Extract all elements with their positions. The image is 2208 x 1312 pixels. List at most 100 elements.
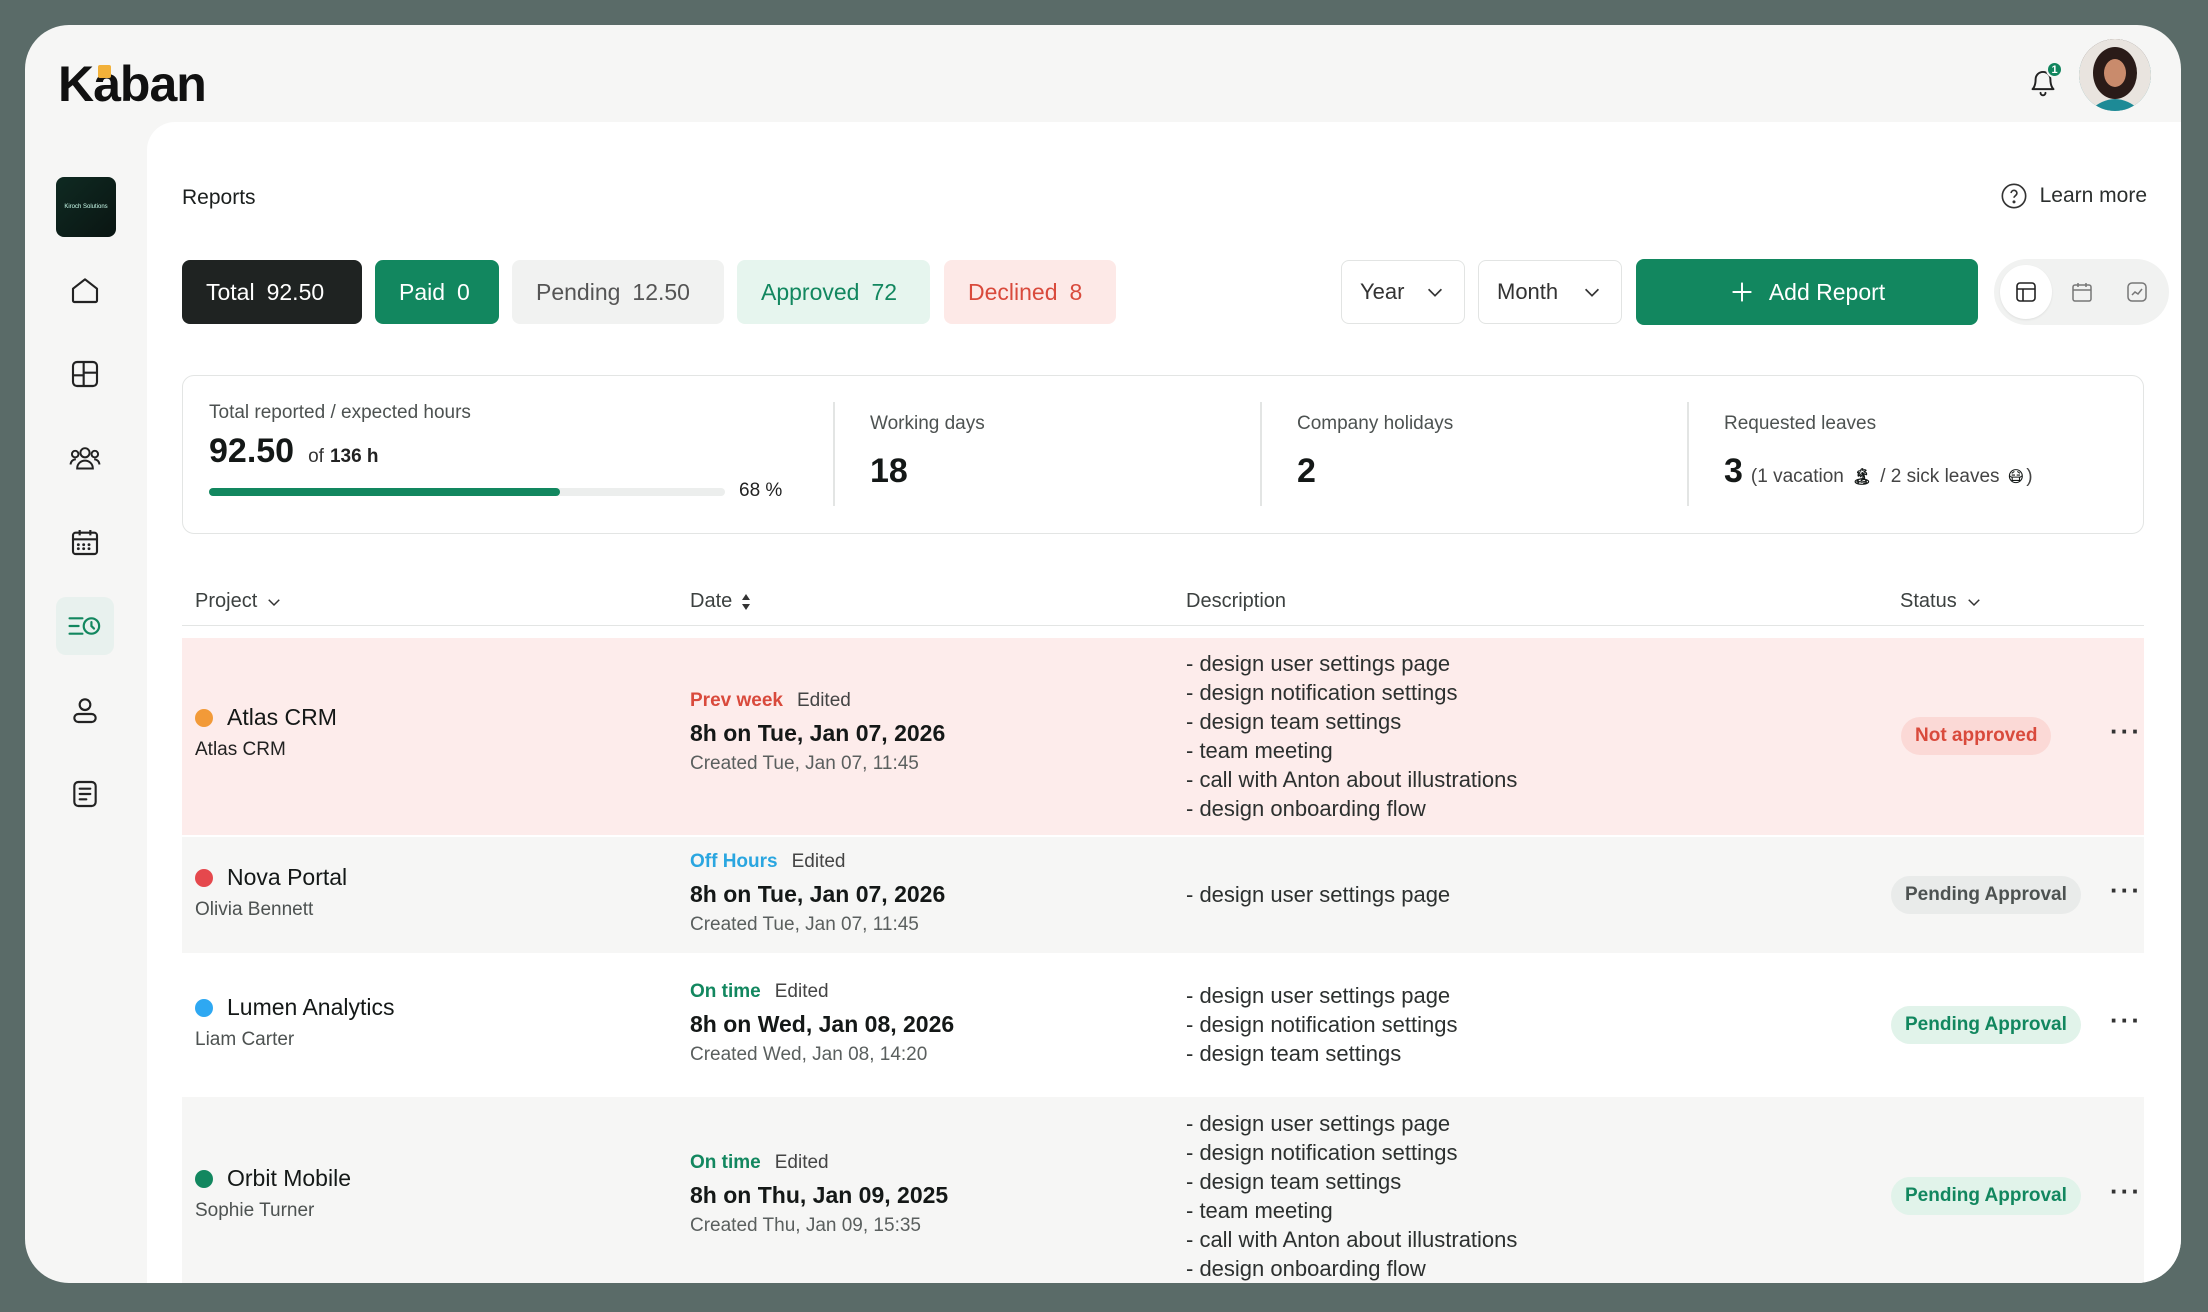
report-date: 8h on Tue, Jan 07, 2026 <box>690 881 946 907</box>
project-name-line: Orbit Mobile <box>195 1165 351 1192</box>
sidebar-item-dashboard[interactable] <box>56 345 114 403</box>
column-description-label: Description <box>1186 590 1287 612</box>
filter-pending-value: 12.50 <box>632 278 690 305</box>
year-select[interactable]: Year <box>1341 260 1465 324</box>
sidebar-item-documents[interactable] <box>56 765 114 823</box>
table-row[interactable]: Orbit Mobile Sophie Turner On time Edite… <box>182 1097 2144 1283</box>
description-line: - design team settings <box>1186 709 1402 734</box>
status-badge: Pending Approval <box>1891 1177 2081 1215</box>
filter-total-label: Total <box>206 278 255 305</box>
status-badge: Pending Approval <box>1891 876 2081 914</box>
filter-approved-value: 72 <box>871 278 898 305</box>
timing-tag: On time <box>690 981 761 1002</box>
column-header-status[interactable]: Status <box>1900 590 1983 613</box>
filter-paid-label: Paid <box>399 278 446 305</box>
chart-view-button[interactable] <box>2111 265 2163 319</box>
logo-text-end: ban <box>119 56 207 112</box>
chevron-down-icon <box>1967 598 1980 606</box>
add-report-button[interactable]: Add Report <box>1636 259 1978 325</box>
table-row[interactable]: Nova Portal Olivia Bennett Off Hours Edi… <box>182 837 2144 953</box>
workspace-logo[interactable]: Kiroch Solutions <box>56 177 116 237</box>
table-view-button[interactable] <box>2000 265 2052 319</box>
learn-more-link[interactable]: Learn more <box>2000 182 2147 210</box>
edited-tag: Edited <box>774 981 829 1002</box>
month-select[interactable]: Month <box>1478 260 1622 324</box>
row-more-button[interactable]: ··· <box>2110 1176 2142 1207</box>
project-owner: Olivia Bennett <box>195 899 314 920</box>
description-line: - design team settings <box>1186 1169 1402 1194</box>
project-name-line: Lumen Analytics <box>195 994 394 1021</box>
project-owner: Atlas CRM <box>195 739 286 760</box>
sidebar-item-profile[interactable] <box>56 681 114 739</box>
view-toggle <box>1994 259 2169 325</box>
date-cell: Prev week Edited 8h on Tue, Jan 07, 2026… <box>690 690 945 775</box>
stat-divider <box>1260 402 1262 506</box>
filter-paid[interactable]: Paid 0 <box>375 260 499 324</box>
sidebar-item-home[interactable] <box>56 261 114 319</box>
row-more-button[interactable]: ··· <box>2110 875 2142 906</box>
avatar-portrait <box>2079 39 2151 111</box>
stat-hours-value: 92.50 <box>209 432 295 470</box>
date-tags: On time Edited <box>690 981 954 1003</box>
home-icon <box>71 278 99 304</box>
date-cell: On time Edited 8h on Wed, Jan 08, 2026 C… <box>690 981 954 1066</box>
description-line: - design onboarding flow <box>1186 1256 1426 1281</box>
main-content: Reports Learn more Total 92.50 Paid 0 Pe… <box>147 122 2181 1283</box>
filter-total-value: 92.50 <box>266 278 325 305</box>
report-date: 8h on Thu, Jan 09, 2025 <box>690 1182 949 1208</box>
chart-icon <box>2127 282 2147 302</box>
user-avatar[interactable] <box>2079 39 2151 111</box>
sick-face-icon: 😷 <box>2007 469 2025 486</box>
status-badge: Not approved <box>1901 717 2052 755</box>
reports-icon <box>68 617 101 635</box>
table-row[interactable]: Lumen Analytics Liam Carter On time Edit… <box>182 955 2144 1095</box>
year-select-label: Year <box>1360 279 1405 304</box>
project-name: Atlas CRM <box>227 704 337 730</box>
sidebar: Kiroch Solutions <box>25 145 145 1283</box>
table-row[interactable]: Atlas CRM Atlas CRM Prev week Edited 8h … <box>182 638 2144 835</box>
sidebar-item-reports[interactable] <box>56 597 114 655</box>
document-icon <box>73 780 97 808</box>
filter-approved[interactable]: Approved 72 <box>737 260 930 324</box>
column-header-project[interactable]: Project <box>195 590 283 613</box>
description-line: - team meeting <box>1186 1198 1333 1223</box>
filter-pending[interactable]: Pending 12.50 <box>512 260 724 324</box>
stat-hours-of: of <box>308 446 324 467</box>
app-logo[interactable]: K a ban <box>58 49 207 119</box>
filter-declined[interactable]: Declined 8 <box>944 260 1116 324</box>
stat-divider <box>1687 402 1689 506</box>
stat-holidays-value: 2 <box>1297 452 1316 490</box>
project-name: Lumen Analytics <box>227 994 395 1020</box>
sidebar-item-team[interactable] <box>56 429 114 487</box>
column-header-date[interactable]: Date <box>690 590 752 613</box>
created-date: Created Thu, Jan 09, 15:35 <box>690 1215 921 1236</box>
report-date: 8h on Tue, Jan 07, 2026 <box>690 720 946 746</box>
description-line: - design user settings page <box>1186 1111 1451 1136</box>
date-tags: Off Hours Edited <box>690 851 945 873</box>
row-more-button[interactable]: ··· <box>2110 716 2142 747</box>
stat-hours-value-group: 92.50 of 136 h <box>209 432 379 471</box>
plus-icon <box>1732 282 1752 302</box>
stat-leaves-value-group: 3 (1 vacation 🏝 / 2 sick leaves 😷 ) <box>1724 452 2033 491</box>
project-name-line: Nova Portal <box>195 864 347 891</box>
stat-leaves: Requested leaves 3 (1 vacation 🏝 / 2 sic… <box>1687 376 2137 535</box>
edited-tag: Edited <box>796 690 851 711</box>
stat-working-days: Working days 18 <box>833 376 1253 535</box>
filter-approved-label: Approved <box>761 278 860 305</box>
created-date: Created Tue, Jan 07, 11:45 <box>690 914 919 935</box>
row-more-button[interactable]: ··· <box>2110 1005 2142 1036</box>
stat-hours-expected: 136 h <box>329 446 379 467</box>
calendar-grid-icon <box>2071 283 2092 302</box>
filter-declined-value: 8 <box>1069 278 1083 305</box>
profile-icon <box>73 698 97 724</box>
date-cell: Off Hours Edited 8h on Tue, Jan 07, 2026… <box>690 851 945 936</box>
filter-total[interactable]: Total 92.50 <box>182 260 362 324</box>
description-line: - design user settings page <box>1186 882 1451 907</box>
sidebar-item-calendar[interactable] <box>56 513 114 571</box>
stat-holidays: Company holidays 2 <box>1260 376 1680 535</box>
description-line: - design user settings page <box>1186 651 1451 676</box>
stat-leaves-detail-2: / 2 sick leaves <box>1880 466 2000 487</box>
calendar-view-button[interactable] <box>2056 265 2108 319</box>
add-report-label: Add Report <box>1768 278 1886 305</box>
notifications-button[interactable]: 1 <box>2013 53 2073 113</box>
